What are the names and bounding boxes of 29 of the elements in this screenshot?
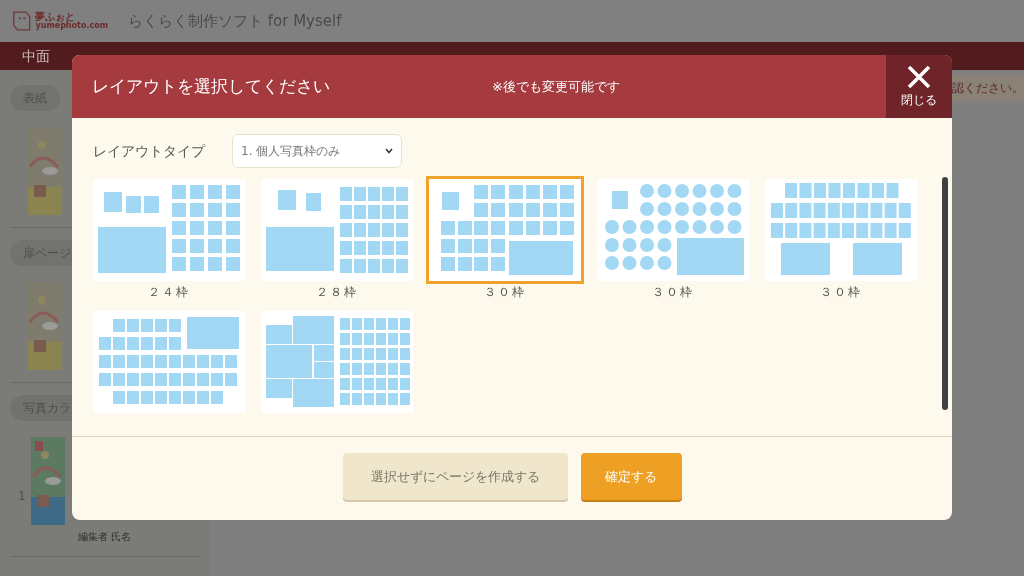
layout-option[interactable] bbox=[261, 311, 413, 413]
layout-type-label: レイアウトタイプ bbox=[93, 141, 205, 161]
logo-icon bbox=[12, 8, 32, 34]
logo-name: 夢ふぉと bbox=[35, 12, 76, 22]
layout-option[interactable] bbox=[261, 179, 413, 281]
layout-frame-count: ３０枠 bbox=[652, 284, 694, 301]
layout-frame-count: ３０枠 bbox=[820, 284, 862, 301]
confirm-button[interactable]: 確定する bbox=[580, 453, 682, 500]
layout-frame-count: ２４枠 bbox=[148, 284, 190, 301]
logo-url: yumephoto.com bbox=[35, 22, 108, 30]
close-button[interactable]: 閉じる bbox=[886, 55, 952, 118]
layout-frame-count: ３０枠 bbox=[484, 284, 526, 301]
layout-option[interactable] bbox=[765, 179, 917, 281]
close-icon bbox=[907, 64, 931, 89]
logo[interactable]: 夢ふぉと yumephoto.com bbox=[12, 8, 108, 34]
layout-frame-count: ２８枠 bbox=[316, 284, 358, 301]
chevron-down-icon bbox=[385, 148, 393, 154]
dialog-title: レイアウトを選択してください bbox=[92, 74, 330, 98]
layout-type-dropdown[interactable]: 1. 個人写真枠のみ bbox=[232, 134, 402, 168]
layout-option[interactable] bbox=[93, 311, 245, 413]
create-without-selecting-button[interactable]: 選択せずにページを作成する bbox=[342, 453, 568, 500]
dialog-note: ※後でも変更可能です bbox=[492, 77, 620, 96]
layout-option[interactable] bbox=[597, 179, 749, 281]
page-caption: 編集者 氏名 bbox=[78, 530, 133, 544]
section-title: 中面 bbox=[22, 46, 50, 66]
layout-option[interactable] bbox=[429, 179, 581, 281]
scrollbar[interactable] bbox=[942, 177, 948, 410]
layout-option[interactable] bbox=[93, 179, 245, 281]
notice-banner: 認ください。 bbox=[952, 75, 1024, 101]
